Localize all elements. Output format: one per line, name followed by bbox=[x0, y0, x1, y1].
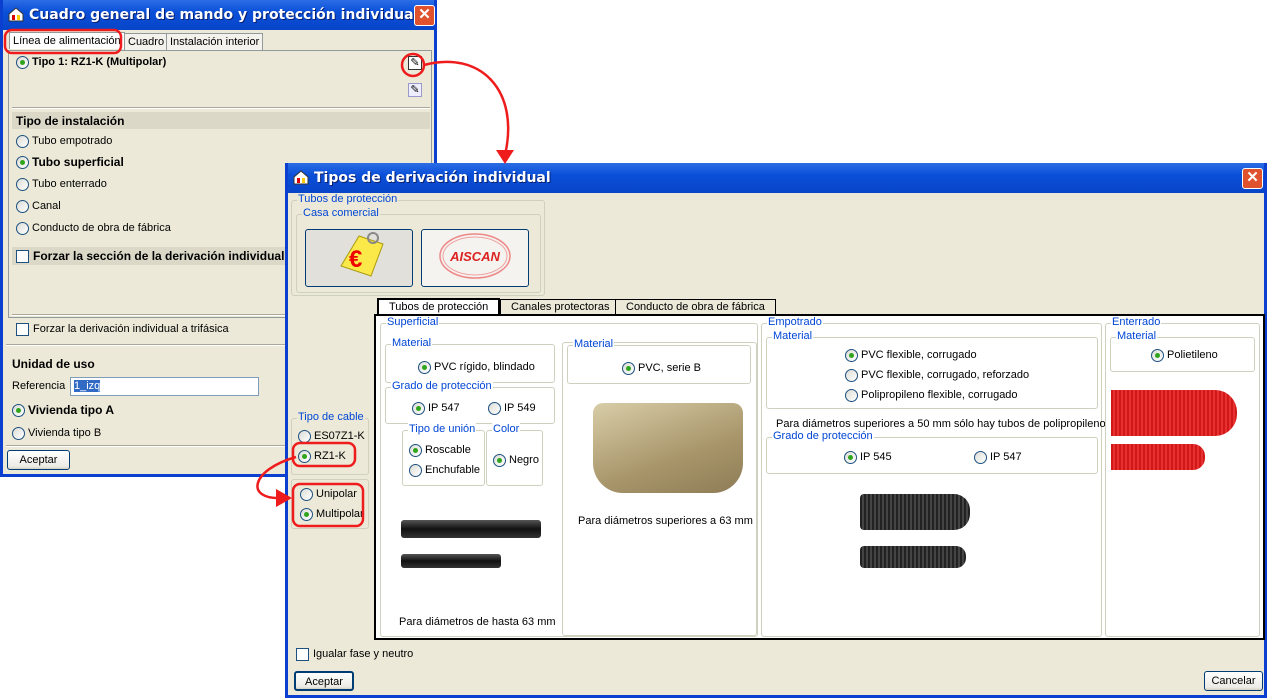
arrow-edit-to-dialog bbox=[423, 60, 510, 156]
arrow-head-icon bbox=[496, 150, 514, 164]
highlight-rz1k bbox=[291, 441, 357, 468]
highlight-tab bbox=[3, 28, 123, 55]
highlight-edit-icon bbox=[400, 52, 426, 78]
annotation-overlay bbox=[3, 28, 514, 528]
arrow-head-icon bbox=[276, 489, 292, 507]
highlight-poles bbox=[291, 482, 365, 528]
